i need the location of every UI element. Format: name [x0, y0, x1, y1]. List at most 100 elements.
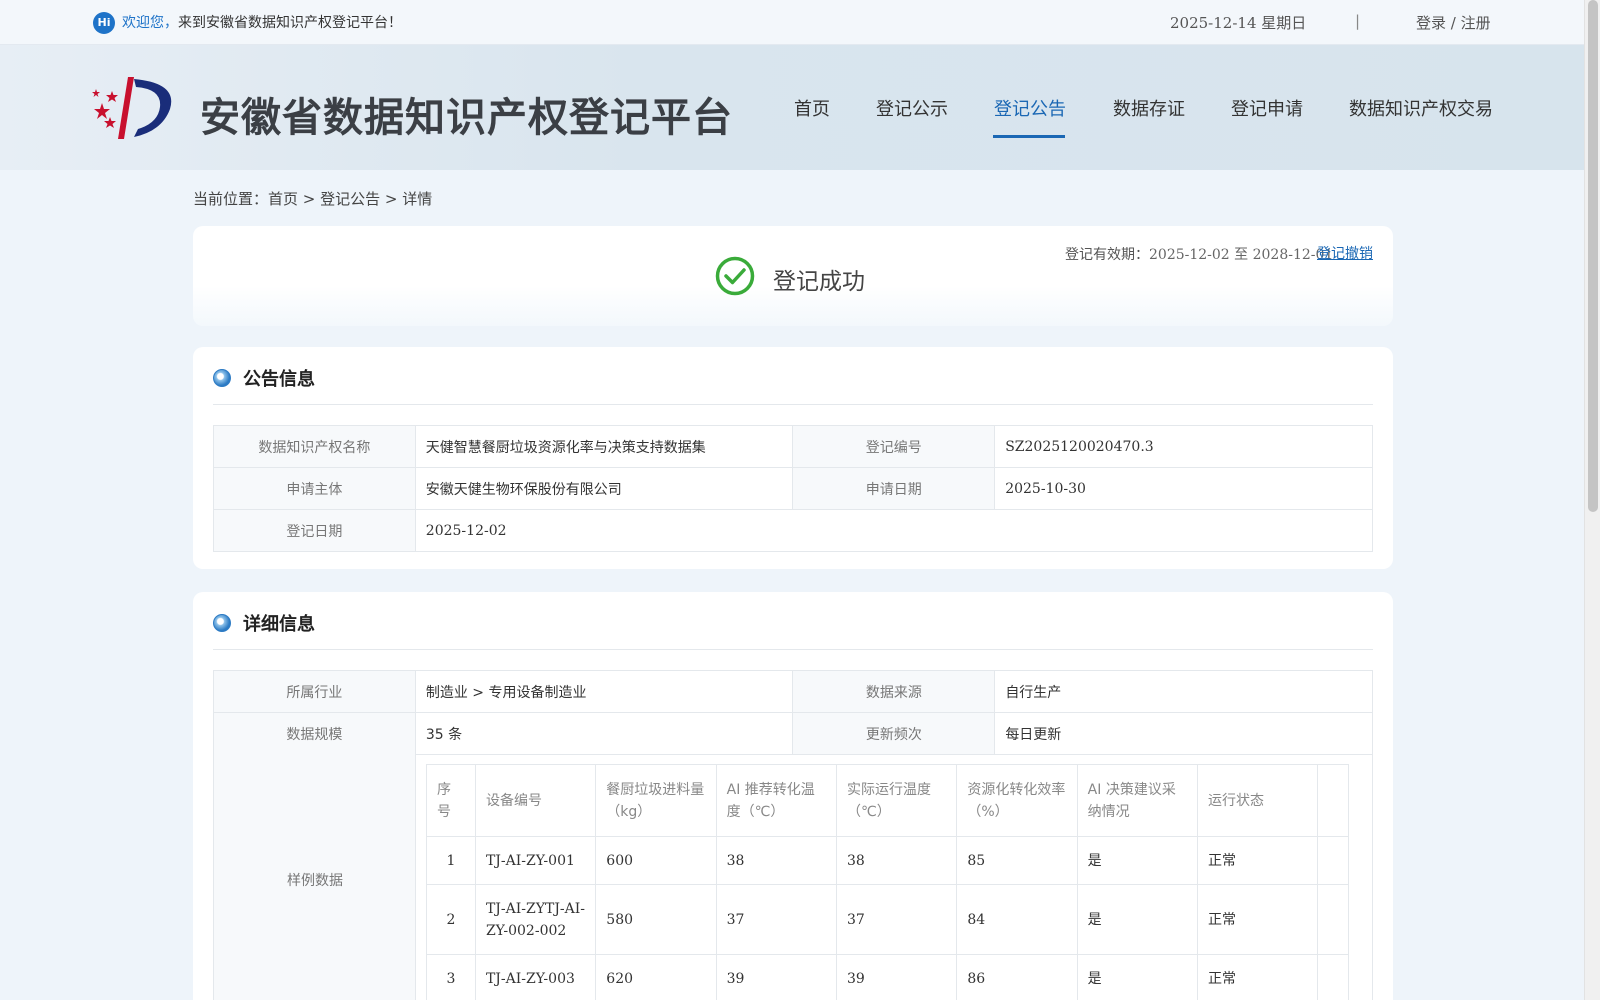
cell-status: 正常 — [1197, 836, 1319, 885]
value-reg-number: SZ2025120020470.3 — [994, 425, 1373, 468]
col-header-efficiency: 资源化转化效率（%） — [956, 764, 1078, 837]
cell-status: 正常 — [1197, 954, 1319, 1000]
welcome-text: 来到安徽省数据知识产权登记平台！ — [178, 15, 402, 31]
table-row: 数据规模 35 条 更新频次 每日更新 — [213, 712, 1373, 755]
cell-index: 3 — [426, 954, 476, 1000]
cell-efficiency: 84 — [956, 884, 1078, 955]
col-header-spacer — [1317, 764, 1349, 837]
value-ip-name: 天健智慧餐厨垃圾资源化率与决策支持数据集 — [414, 425, 794, 468]
page-scrollbar[interactable] — [1584, 0, 1600, 1000]
cell-spacer — [1317, 954, 1349, 1000]
validity-value: 2025-12-02 至 2028-12-01 — [1149, 247, 1334, 263]
nav-registration-apply[interactable]: 登记申请 — [1231, 95, 1303, 121]
cell-actual-temp: 39 — [835, 954, 958, 1000]
table-row: 数据知识产权名称 天健智慧餐厨垃圾资源化率与决策支持数据集 登记编号 SZ202… — [213, 425, 1373, 468]
value-data-scale: 35 条 — [414, 712, 794, 755]
site-title: 安徽省数据知识产权登记平台 — [200, 95, 733, 141]
value-apply-date: 2025-10-30 — [994, 467, 1373, 510]
sample-data-area: 样例数据 序号 设备编号 餐厨垃圾进料量（kg） AI 推荐转化温度（℃） 实际… — [213, 754, 1373, 1000]
cell-feed-amount: 580 — [595, 884, 717, 955]
breadcrumb: 当前位置：首页 > 登记公告 > 详情 — [193, 190, 433, 208]
value-applicant: 安徽天健生物环保股份有限公司 — [414, 467, 794, 510]
platform-logo-icon — [92, 77, 172, 139]
table-row: 申请主体 安徽天健生物环保股份有限公司 申请日期 2025-10-30 — [213, 467, 1373, 510]
revoke-link[interactable]: 登记撤销 — [1317, 243, 1373, 263]
nav-home[interactable]: 首页 — [794, 95, 830, 121]
col-header-ai-adoption: AI 决策建议采纳情况 — [1076, 764, 1199, 837]
col-header-feed-amount: 餐厨垃圾进料量（kg） — [595, 764, 717, 837]
cell-actual-temp: 38 — [835, 836, 958, 885]
notice-title: 公告信息 — [243, 369, 315, 390]
sample-data-label-cell: 样例数据 — [214, 754, 416, 1000]
cell-device-id: TJ-AI-ZY-001 — [474, 836, 597, 885]
sample-table: 序号 设备编号 餐厨垃圾进料量（kg） AI 推荐转化温度（℃） 实际运行温度（… — [426, 764, 1349, 1000]
table-row: 1 TJ-AI-ZY-001 600 38 38 85 是 正常 — [426, 836, 1349, 885]
scrollbar-thumb[interactable] — [1588, 0, 1598, 512]
nav-ip-trade[interactable]: 数据知识产权交易 — [1349, 95, 1493, 121]
status-card: 登记成功 登记有效期：2025-12-02 至 2028-12-01 登记撤销 — [193, 226, 1393, 326]
sample-header-row: 序号 设备编号 餐厨垃圾进料量（kg） AI 推荐转化温度（℃） 实际运行温度（… — [426, 764, 1349, 837]
cell-ai-temp: 37 — [715, 884, 837, 955]
detail-table: 所属行业 制造业 > 专用设备制造业 数据来源 自行生产 数据规模 35 条 更… — [213, 670, 1373, 755]
label-data-scale: 数据规模 — [213, 712, 416, 755]
nav-registration-announcement[interactable]: 登记公告 — [994, 95, 1066, 121]
cell-ai-adoption: 是 — [1076, 954, 1199, 1000]
validity-period: 登记有效期：2025-12-02 至 2028-12-01 — [1065, 244, 1333, 264]
nav-registration-publicity[interactable]: 登记公示 — [876, 95, 948, 121]
label-industry: 所属行业 — [213, 670, 416, 713]
cell-index: 2 — [426, 884, 476, 955]
welcome-highlight: 欢迎您， — [122, 15, 178, 31]
label-data-source: 数据来源 — [792, 670, 996, 713]
col-header-status: 运行状态 — [1197, 764, 1319, 837]
label-applicant: 申请主体 — [213, 467, 416, 510]
value-data-source: 自行生产 — [994, 670, 1373, 713]
hi-icon: Hi — [93, 12, 115, 34]
cell-device-id: TJ-AI-ZY-003 — [474, 954, 597, 1000]
label-update-frequency: 更新频次 — [792, 712, 996, 755]
col-header-ai-temp: AI 推荐转化温度（℃） — [715, 764, 837, 837]
section-divider — [213, 649, 1373, 650]
table-row: 3 TJ-AI-ZY-003 620 39 39 86 是 正常 — [426, 954, 1349, 1000]
notice-section: 公告信息 数据知识产权名称 天健智慧餐厨垃圾资源化率与决策支持数据集 登记编号 … — [193, 347, 1393, 569]
cell-ai-adoption: 是 — [1076, 884, 1199, 955]
cell-actual-temp: 37 — [835, 884, 958, 955]
sample-data-label: 样例数据 — [287, 873, 343, 889]
cell-index: 1 — [426, 836, 476, 885]
value-update-frequency: 每日更新 — [994, 712, 1373, 755]
table-row: 所属行业 制造业 > 专用设备制造业 数据来源 自行生产 — [213, 670, 1373, 713]
section-divider — [213, 404, 1373, 405]
table-row: 2 TJ-AI-ZYTJ-AI-ZY-002-002 580 37 37 84 … — [426, 884, 1349, 955]
cell-spacer — [1317, 884, 1349, 955]
value-reg-date: 2025-12-02 — [414, 509, 1374, 552]
label-reg-number: 登记编号 — [792, 425, 996, 468]
top-bar: Hi 欢迎您，来到安徽省数据知识产权登记平台！ 2025-12-14 星期日 |… — [0, 0, 1584, 45]
label-reg-date: 登记日期 — [213, 509, 416, 552]
cell-ai-temp: 38 — [715, 836, 837, 885]
cell-efficiency: 85 — [956, 836, 1078, 885]
success-check-icon — [715, 256, 755, 296]
table-row: 登记日期 2025-12-02 — [213, 509, 1374, 552]
site-header: 安徽省数据知识产权登记平台 首页 登记公示 登记公告 数据存证 登记申请 数据知… — [0, 45, 1584, 170]
cell-spacer — [1317, 836, 1349, 885]
value-industry: 制造业 > 专用设备制造业 — [414, 670, 794, 713]
detail-section: 详细信息 所属行业 制造业 > 专用设备制造业 数据来源 自行生产 数据规模 3… — [193, 592, 1393, 1000]
label-apply-date: 申请日期 — [792, 467, 996, 510]
col-header-device-id: 设备编号 — [474, 764, 597, 837]
cell-device-id: TJ-AI-ZYTJ-AI-ZY-002-002 — [474, 884, 597, 955]
login-register-link[interactable]: 登录 / 注册 — [1416, 12, 1491, 33]
status-text: 登记成功 — [773, 269, 865, 295]
section-bullet-icon — [213, 369, 231, 387]
topbar-separator: | — [1355, 12, 1361, 30]
label-ip-name: 数据知识产权名称 — [213, 425, 416, 468]
section-bullet-icon — [213, 614, 231, 632]
validity-label: 登记有效期： — [1065, 247, 1149, 263]
nav-data-deposit[interactable]: 数据存证 — [1113, 95, 1185, 121]
nav-active-indicator — [993, 135, 1065, 138]
col-header-actual-temp: 实际运行温度（℃） — [835, 764, 958, 837]
welcome-message: 欢迎您，来到安徽省数据知识产权登记平台！ — [122, 12, 402, 32]
cell-status: 正常 — [1197, 884, 1319, 955]
cell-ai-adoption: 是 — [1076, 836, 1199, 885]
cell-ai-temp: 39 — [715, 954, 837, 1000]
col-header-index: 序号 — [426, 764, 476, 837]
cell-feed-amount: 620 — [595, 954, 717, 1000]
